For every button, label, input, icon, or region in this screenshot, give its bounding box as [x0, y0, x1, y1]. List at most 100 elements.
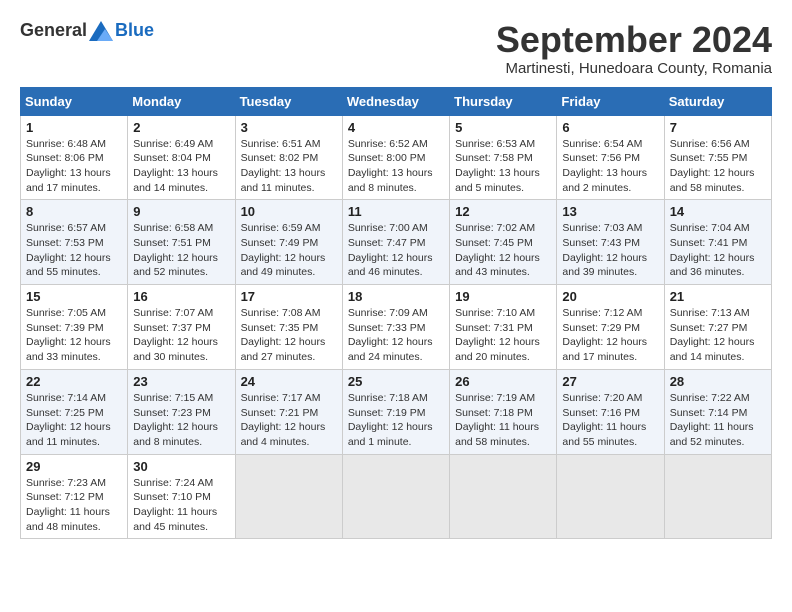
day-info: Sunrise: 7:22 AMSunset: 7:14 PMDaylight:… [670, 391, 766, 450]
day-number: 2 [133, 120, 229, 135]
day-info: Sunrise: 7:12 AMSunset: 7:29 PMDaylight:… [562, 306, 658, 365]
day-number: 6 [562, 120, 658, 135]
column-header-monday: Monday [128, 87, 235, 115]
column-header-sunday: Sunday [21, 87, 128, 115]
week-row-3: 15 Sunrise: 7:05 AMSunset: 7:39 PMDayligh… [21, 285, 772, 370]
day-info: Sunrise: 7:05 AMSunset: 7:39 PMDaylight:… [26, 306, 122, 365]
calendar-cell: 24Sunrise: 7:17 AMSunset: 7:21 PMDayligh… [235, 369, 342, 454]
calendar-cell: 23 Sunrise: 7:15 AMSunset: 7:23 PMDayligh… [128, 369, 235, 454]
calendar-cell: 20 Sunrise: 7:12 AMSunset: 7:29 PMDayligh… [557, 285, 664, 370]
week-row-4: 22Sunrise: 7:14 AMSunset: 7:25 PMDayligh… [21, 369, 772, 454]
day-info: Sunrise: 7:15 AMSunset: 7:23 PMDaylight:… [133, 391, 229, 450]
day-info: Sunrise: 7:04 AMSunset: 7:41 PMDaylight:… [670, 221, 766, 280]
calendar-cell: 17Sunrise: 7:08 AMSunset: 7:35 PMDayligh… [235, 285, 342, 370]
day-number: 16 [133, 289, 229, 304]
calendar-cell: 30 Sunrise: 7:24 AMSunset: 7:10 PMDayligh… [128, 454, 235, 539]
column-header-tuesday: Tuesday [235, 87, 342, 115]
calendar-cell: 22Sunrise: 7:14 AMSunset: 7:25 PMDayligh… [21, 369, 128, 454]
day-info: Sunrise: 7:02 AMSunset: 7:45 PMDaylight:… [455, 221, 551, 280]
day-number: 17 [241, 289, 337, 304]
day-info: Sunrise: 7:00 AMSunset: 7:47 PMDaylight:… [348, 221, 444, 280]
calendar-cell: 4 Sunrise: 6:52 AMSunset: 8:00 PMDaylight… [342, 115, 449, 200]
calendar-cell: 18 Sunrise: 7:09 AMSunset: 7:33 PMDayligh… [342, 285, 449, 370]
day-info: Sunrise: 7:10 AMSunset: 7:31 PMDaylight:… [455, 306, 551, 365]
day-info: Sunrise: 6:49 AMSunset: 8:04 PMDaylight:… [133, 137, 229, 196]
day-info: Sunrise: 7:19 AMSunset: 7:18 PMDaylight:… [455, 391, 551, 450]
calendar-table: SundayMondayTuesdayWednesdayThursdayFrid… [20, 87, 772, 540]
logo-general: General [20, 20, 87, 41]
calendar-cell: 10 Sunrise: 6:59 AMSunset: 7:49 PMDayligh… [235, 200, 342, 285]
day-number: 24 [241, 374, 337, 389]
logo-icon [89, 21, 113, 41]
column-header-thursday: Thursday [450, 87, 557, 115]
calendar-cell: 3 Sunrise: 6:51 AMSunset: 8:02 PMDaylight… [235, 115, 342, 200]
day-info: Sunrise: 7:09 AMSunset: 7:33 PMDaylight:… [348, 306, 444, 365]
day-info: Sunrise: 7:24 AMSunset: 7:10 PMDaylight:… [133, 476, 229, 535]
day-info: Sunrise: 6:56 AMSunset: 7:55 PMDaylight:… [670, 137, 766, 196]
day-number: 23 [133, 374, 229, 389]
day-info: Sunrise: 7:18 AMSunset: 7:19 PMDaylight:… [348, 391, 444, 450]
day-number: 30 [133, 459, 229, 474]
day-number: 9 [133, 204, 229, 219]
week-row-5: 29Sunrise: 7:23 AMSunset: 7:12 PMDayligh… [21, 454, 772, 539]
week-row-1: 1 Sunrise: 6:48 AMSunset: 8:06 PMDaylight… [21, 115, 772, 200]
day-number: 4 [348, 120, 444, 135]
calendar-cell: 11 Sunrise: 7:00 AMSunset: 7:47 PMDayligh… [342, 200, 449, 285]
day-info: Sunrise: 6:59 AMSunset: 7:49 PMDaylight:… [241, 221, 337, 280]
day-info: Sunrise: 7:03 AMSunset: 7:43 PMDaylight:… [562, 221, 658, 280]
calendar-cell [235, 454, 342, 539]
calendar-cell: 16 Sunrise: 7:07 AMSunset: 7:37 PMDayligh… [128, 285, 235, 370]
calendar-cell: 8 Sunrise: 6:57 AMSunset: 7:53 PMDaylight… [21, 200, 128, 285]
calendar-cell: 26 Sunrise: 7:19 AMSunset: 7:18 PMDayligh… [450, 369, 557, 454]
day-info: Sunrise: 7:07 AMSunset: 7:37 PMDaylight:… [133, 306, 229, 365]
calendar-cell: 27 Sunrise: 7:20 AMSunset: 7:16 PMDayligh… [557, 369, 664, 454]
logo-blue: Blue [115, 20, 154, 41]
day-number: 18 [348, 289, 444, 304]
day-info: Sunrise: 7:20 AMSunset: 7:16 PMDaylight:… [562, 391, 658, 450]
calendar-cell [450, 454, 557, 539]
day-number: 7 [670, 120, 766, 135]
day-info: Sunrise: 6:48 AMSunset: 8:06 PMDaylight:… [26, 137, 122, 196]
day-info: Sunrise: 6:51 AMSunset: 8:02 PMDaylight:… [241, 137, 337, 196]
day-number: 19 [455, 289, 551, 304]
day-number: 11 [348, 204, 444, 219]
calendar-cell: 2 Sunrise: 6:49 AMSunset: 8:04 PMDaylight… [128, 115, 235, 200]
day-number: 8 [26, 204, 122, 219]
day-number: 10 [241, 204, 337, 219]
day-number: 5 [455, 120, 551, 135]
day-info: Sunrise: 6:57 AMSunset: 7:53 PMDaylight:… [26, 221, 122, 280]
column-header-friday: Friday [557, 87, 664, 115]
day-info: Sunrise: 6:53 AMSunset: 7:58 PMDaylight:… [455, 137, 551, 196]
calendar-cell: 13Sunrise: 7:03 AMSunset: 7:43 PMDayligh… [557, 200, 664, 285]
day-info: Sunrise: 7:14 AMSunset: 7:25 PMDaylight:… [26, 391, 122, 450]
day-number: 27 [562, 374, 658, 389]
logo: General Blue [20, 20, 154, 41]
day-number: 25 [348, 374, 444, 389]
column-header-wednesday: Wednesday [342, 87, 449, 115]
calendar-cell: 6Sunrise: 6:54 AMSunset: 7:56 PMDaylight… [557, 115, 664, 200]
calendar-cell: 25 Sunrise: 7:18 AMSunset: 7:19 PMDayligh… [342, 369, 449, 454]
day-number: 28 [670, 374, 766, 389]
calendar-cell: 9 Sunrise: 6:58 AMSunset: 7:51 PMDaylight… [128, 200, 235, 285]
day-number: 3 [241, 120, 337, 135]
month-title: September 2024 [496, 20, 772, 60]
calendar-cell: 7 Sunrise: 6:56 AMSunset: 7:55 PMDaylight… [664, 115, 771, 200]
calendar-header-row: SundayMondayTuesdayWednesdayThursdayFrid… [21, 87, 772, 115]
calendar-cell: 1 Sunrise: 6:48 AMSunset: 8:06 PMDaylight… [21, 115, 128, 200]
day-number: 20 [562, 289, 658, 304]
calendar-cell: 12Sunrise: 7:02 AMSunset: 7:45 PMDayligh… [450, 200, 557, 285]
day-number: 26 [455, 374, 551, 389]
calendar-cell: 14 Sunrise: 7:04 AMSunset: 7:41 PMDayligh… [664, 200, 771, 285]
column-header-saturday: Saturday [664, 87, 771, 115]
calendar-cell: 29Sunrise: 7:23 AMSunset: 7:12 PMDayligh… [21, 454, 128, 539]
week-row-2: 8 Sunrise: 6:57 AMSunset: 7:53 PMDaylight… [21, 200, 772, 285]
day-number: 15 [26, 289, 122, 304]
day-info: Sunrise: 6:58 AMSunset: 7:51 PMDaylight:… [133, 221, 229, 280]
day-number: 1 [26, 120, 122, 135]
calendar-cell [557, 454, 664, 539]
calendar-cell: 15 Sunrise: 7:05 AMSunset: 7:39 PMDayligh… [21, 285, 128, 370]
day-info: Sunrise: 7:23 AMSunset: 7:12 PMDaylight:… [26, 476, 122, 535]
calendar-cell: 19 Sunrise: 7:10 AMSunset: 7:31 PMDayligh… [450, 285, 557, 370]
day-number: 14 [670, 204, 766, 219]
day-info: Sunrise: 6:52 AMSunset: 8:00 PMDaylight:… [348, 137, 444, 196]
